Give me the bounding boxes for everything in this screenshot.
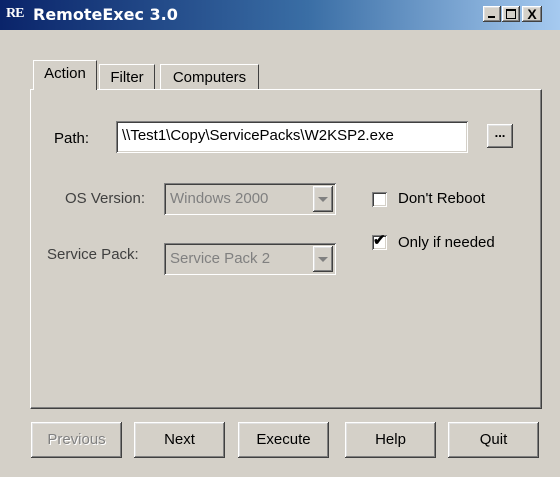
app-logo-icon: RE <box>6 6 24 21</box>
minimize-icon <box>488 16 495 18</box>
os-version-value: Windows 2000 <box>170 190 269 207</box>
window-title: RemoteExec 3.0 <box>33 5 178 24</box>
dont-reboot-checkbox[interactable] <box>372 192 387 207</box>
close-icon: X <box>527 6 537 22</box>
service-pack-value: Service Pack 2 <box>170 250 271 267</box>
tab-action[interactable]: Action <box>33 60 97 90</box>
service-pack-label: Service Pack: <box>47 246 139 263</box>
minimize-button[interactable] <box>483 6 501 22</box>
execute-button[interactable]: Execute <box>238 422 329 458</box>
os-version-label: OS Version: <box>65 190 146 207</box>
browse-button[interactable]: ... <box>487 124 513 148</box>
next-button[interactable]: Next <box>134 422 225 458</box>
chevron-down-icon <box>318 257 328 262</box>
only-if-needed-label[interactable]: Only if needed <box>398 234 495 251</box>
checkmark-icon: ✔ <box>373 232 386 249</box>
path-label: Path: <box>54 130 90 147</box>
os-version-dropdown-button[interactable] <box>313 186 333 212</box>
chevron-down-icon <box>318 197 328 202</box>
tab-filter[interactable]: Filter <box>99 64 155 90</box>
service-pack-dropdown-button[interactable] <box>313 246 333 272</box>
title-bar[interactable]: RE RemoteExec 3.0 X <box>0 0 560 30</box>
os-version-select[interactable]: Windows 2000 <box>164 183 336 215</box>
quit-button[interactable]: Quit <box>448 422 539 458</box>
maximize-icon <box>506 9 516 19</box>
service-pack-select[interactable]: Service Pack 2 <box>164 243 336 275</box>
help-button[interactable]: Help <box>345 422 436 458</box>
close-button[interactable]: X <box>522 6 542 22</box>
tab-computers[interactable]: Computers <box>160 64 259 90</box>
path-input[interactable]: \\Test1\Copy\ServicePacks\W2KSP2.exe <box>116 121 468 153</box>
previous-button[interactable]: Previous <box>31 422 122 458</box>
dont-reboot-label[interactable]: Don't Reboot <box>398 190 485 207</box>
maximize-button[interactable] <box>502 6 520 22</box>
only-if-needed-checkbox[interactable]: ✔ <box>372 232 387 250</box>
